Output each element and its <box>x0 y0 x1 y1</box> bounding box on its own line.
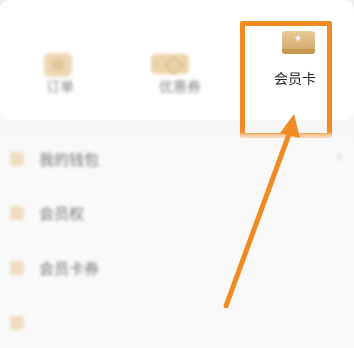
annotation-arrow <box>223 114 300 308</box>
menu-icon <box>10 316 24 330</box>
